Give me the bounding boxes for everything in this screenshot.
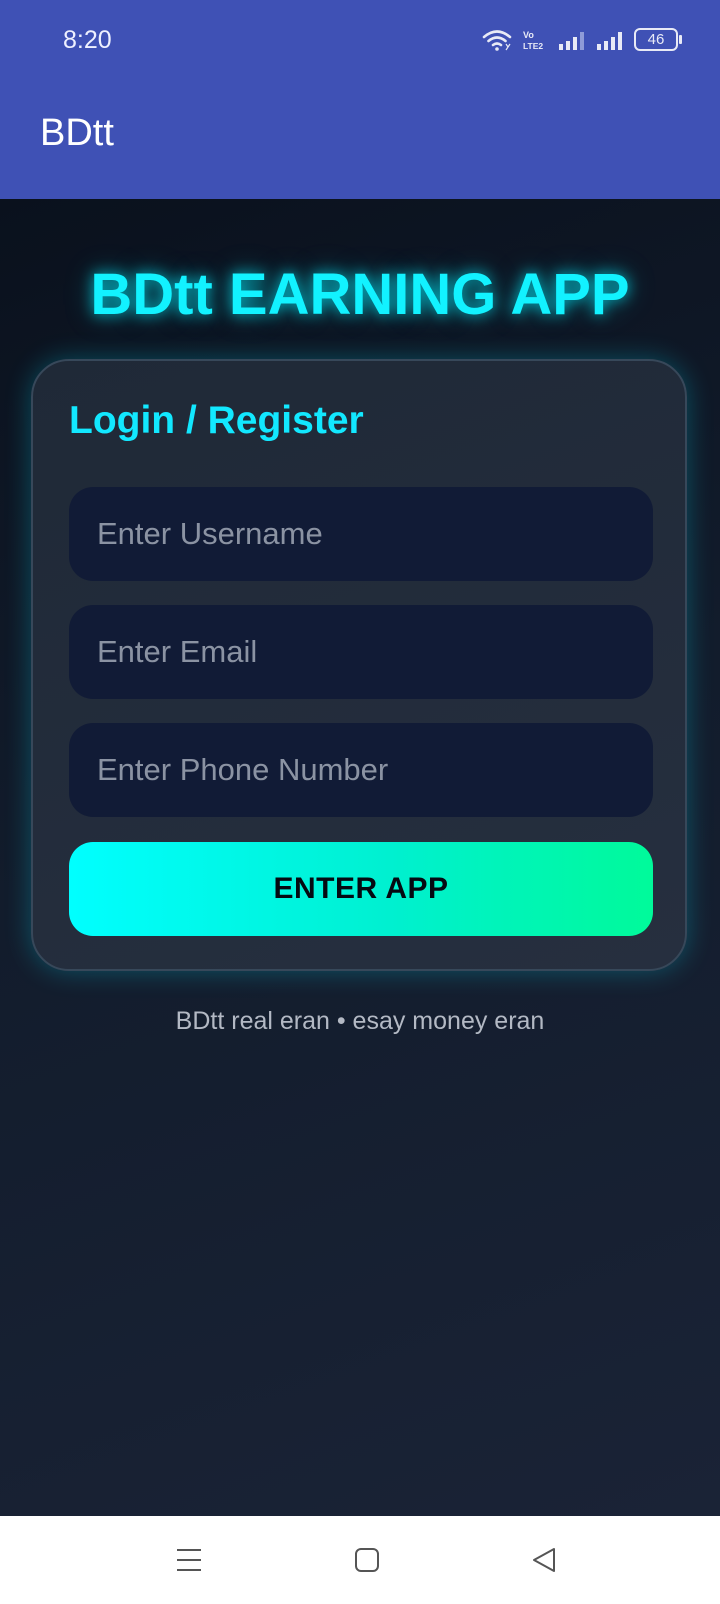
- footer-note: BDtt real eran • esay money eran: [175, 1007, 545, 1035]
- home-square-icon[interactable]: [347, 1540, 387, 1580]
- battery-icon: 46: [634, 28, 682, 51]
- status-icons: Vo LTE2 46: [482, 28, 682, 51]
- volte-label-bottom: LTE2: [523, 41, 543, 51]
- signal-sim2-icon: [596, 31, 624, 51]
- volte-icon: Vo LTE2: [522, 29, 548, 51]
- menu-icon[interactable]: [169, 1540, 209, 1580]
- signal-sim1-icon: [558, 31, 586, 51]
- app-bar: BDtt: [0, 84, 720, 199]
- wifi-icon: [482, 29, 512, 51]
- status-bar: 8:20 Vo LTE2 46: [0, 0, 720, 84]
- login-card: Login / Register ENTER APP: [31, 359, 687, 971]
- status-time: 8:20: [63, 26, 112, 54]
- card-title: Login / Register: [69, 399, 364, 442]
- volte-label-top: Vo: [523, 30, 534, 40]
- hero-title: BDtt EARNING APP: [90, 262, 630, 327]
- email-input[interactable]: [69, 605, 653, 699]
- username-input[interactable]: [69, 487, 653, 581]
- back-triangle-icon[interactable]: [524, 1540, 564, 1580]
- enter-app-button[interactable]: ENTER APP: [69, 842, 653, 936]
- phone-input[interactable]: [69, 723, 653, 817]
- system-nav-bar: [0, 1516, 720, 1604]
- app-bar-title: BDtt: [40, 112, 114, 154]
- main-content: BDtt EARNING APP Login / Register ENTER …: [0, 199, 720, 1516]
